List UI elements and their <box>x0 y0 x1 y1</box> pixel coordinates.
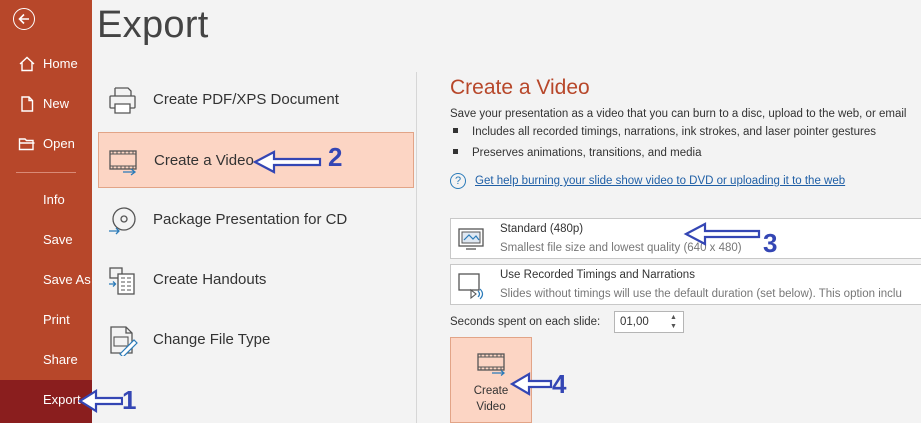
export-option-handouts[interactable]: Create Handouts <box>98 252 414 308</box>
export-option-label: Create a Video <box>154 152 254 169</box>
video-icon <box>477 353 506 376</box>
sidebar-item-label: Info <box>43 192 65 207</box>
annotation-number-4: 4 <box>552 369 567 399</box>
annotation-arrow-4 <box>509 372 553 396</box>
sidebar-divider <box>16 172 76 173</box>
page-title: Export <box>97 4 209 46</box>
sidebar-item-label: Export <box>43 392 81 407</box>
export-option-label: Change File Type <box>153 331 271 348</box>
new-document-icon <box>21 96 34 112</box>
sidebar-item-label: Save <box>43 232 73 247</box>
sidebar-item-label: Home <box>43 56 78 71</box>
export-option-package-cd[interactable]: Package Presentation for CD <box>98 192 414 248</box>
pdf-document-icon <box>109 87 136 114</box>
sidebar-item-print[interactable]: Print <box>0 300 92 340</box>
back-arrow-icon[interactable] <box>13 8 35 30</box>
monitor-quality-icon <box>458 228 484 250</box>
sidebar-item-label: Share <box>43 352 78 367</box>
timings-subtitle: Slides without timings will use the defa… <box>500 288 902 300</box>
sidebar-item-save[interactable]: Save <box>0 220 92 260</box>
help-link[interactable]: Get help burning your slide show video t… <box>475 175 845 187</box>
seconds-value[interactable]: 01,00 <box>620 316 649 328</box>
spinner-down-icon[interactable]: ▼ <box>670 323 679 331</box>
sidebar-item-save-as[interactable]: Save As <box>0 260 92 300</box>
bullet-dot <box>453 128 458 134</box>
quality-title: Standard (480p) <box>500 223 584 235</box>
bullet-text: Preserves animations, transitions, and m… <box>472 147 702 159</box>
annotation-arrow-2 <box>252 150 322 174</box>
home-icon <box>19 56 35 72</box>
section-description: Save your presentation as a video that y… <box>450 108 907 120</box>
sidebar-item-label: Print <box>43 312 70 327</box>
sidebar-item-label: Save As <box>43 272 91 287</box>
folder-open-icon <box>18 138 35 151</box>
export-option-pdf[interactable]: Create PDF/XPS Document <box>98 72 414 128</box>
video-icon <box>109 150 137 176</box>
annotation-arrow-1 <box>78 389 123 413</box>
column-divider <box>416 72 417 423</box>
file-type-icon <box>110 326 138 356</box>
annotation-number-1: 1 <box>122 385 137 415</box>
sidebar-item-label: Open <box>43 136 75 151</box>
sidebar-item-open[interactable]: Open <box>0 124 92 164</box>
cd-icon <box>109 207 136 235</box>
spinner-up-icon[interactable]: ▲ <box>670 314 679 322</box>
export-option-label: Package Presentation for CD <box>153 211 348 228</box>
bullet-item: Includes all recorded timings, narration… <box>453 126 876 138</box>
bullet-item: Preserves animations, transitions, and m… <box>453 147 701 159</box>
annotation-number-3: 3 <box>763 228 778 258</box>
sidebar-item-share[interactable]: Share <box>0 340 92 380</box>
sidebar-item-label: New <box>43 96 70 111</box>
seconds-label: Seconds spent on each slide: <box>450 316 601 328</box>
handouts-icon <box>109 267 135 295</box>
create-video-label-line1: Create <box>473 385 509 397</box>
export-option-change-file-type[interactable]: Change File Type <box>98 312 414 368</box>
annotation-number-2: 2 <box>328 142 343 172</box>
export-option-label: Create Handouts <box>153 271 267 288</box>
create-video-label-line2: Video <box>476 401 506 413</box>
bullet-text: Includes all recorded timings, narration… <box>472 126 876 138</box>
section-title: Create a Video <box>450 76 590 99</box>
sidebar-item-info[interactable]: Info <box>0 180 92 220</box>
bullet-dot <box>453 149 458 155</box>
help-question-icon[interactable]: ? <box>450 173 466 189</box>
sidebar-item-home[interactable]: Home <box>0 44 92 84</box>
annotation-arrow-3 <box>683 222 761 246</box>
export-option-label: Create PDF/XPS Document <box>153 91 339 108</box>
seconds-spinner[interactable]: 01,00 ▲ ▼ <box>614 311 684 333</box>
sidebar-item-new[interactable]: New <box>0 84 92 124</box>
timings-title: Use Recorded Timings and Narrations <box>500 269 695 281</box>
backstage-sidebar: Home New Open Info Save Save As Print Sh… <box>0 0 92 423</box>
timings-narration-icon <box>458 273 484 300</box>
timings-dropdown[interactable]: Use Recorded Timings and Narrations Slid… <box>450 264 921 305</box>
